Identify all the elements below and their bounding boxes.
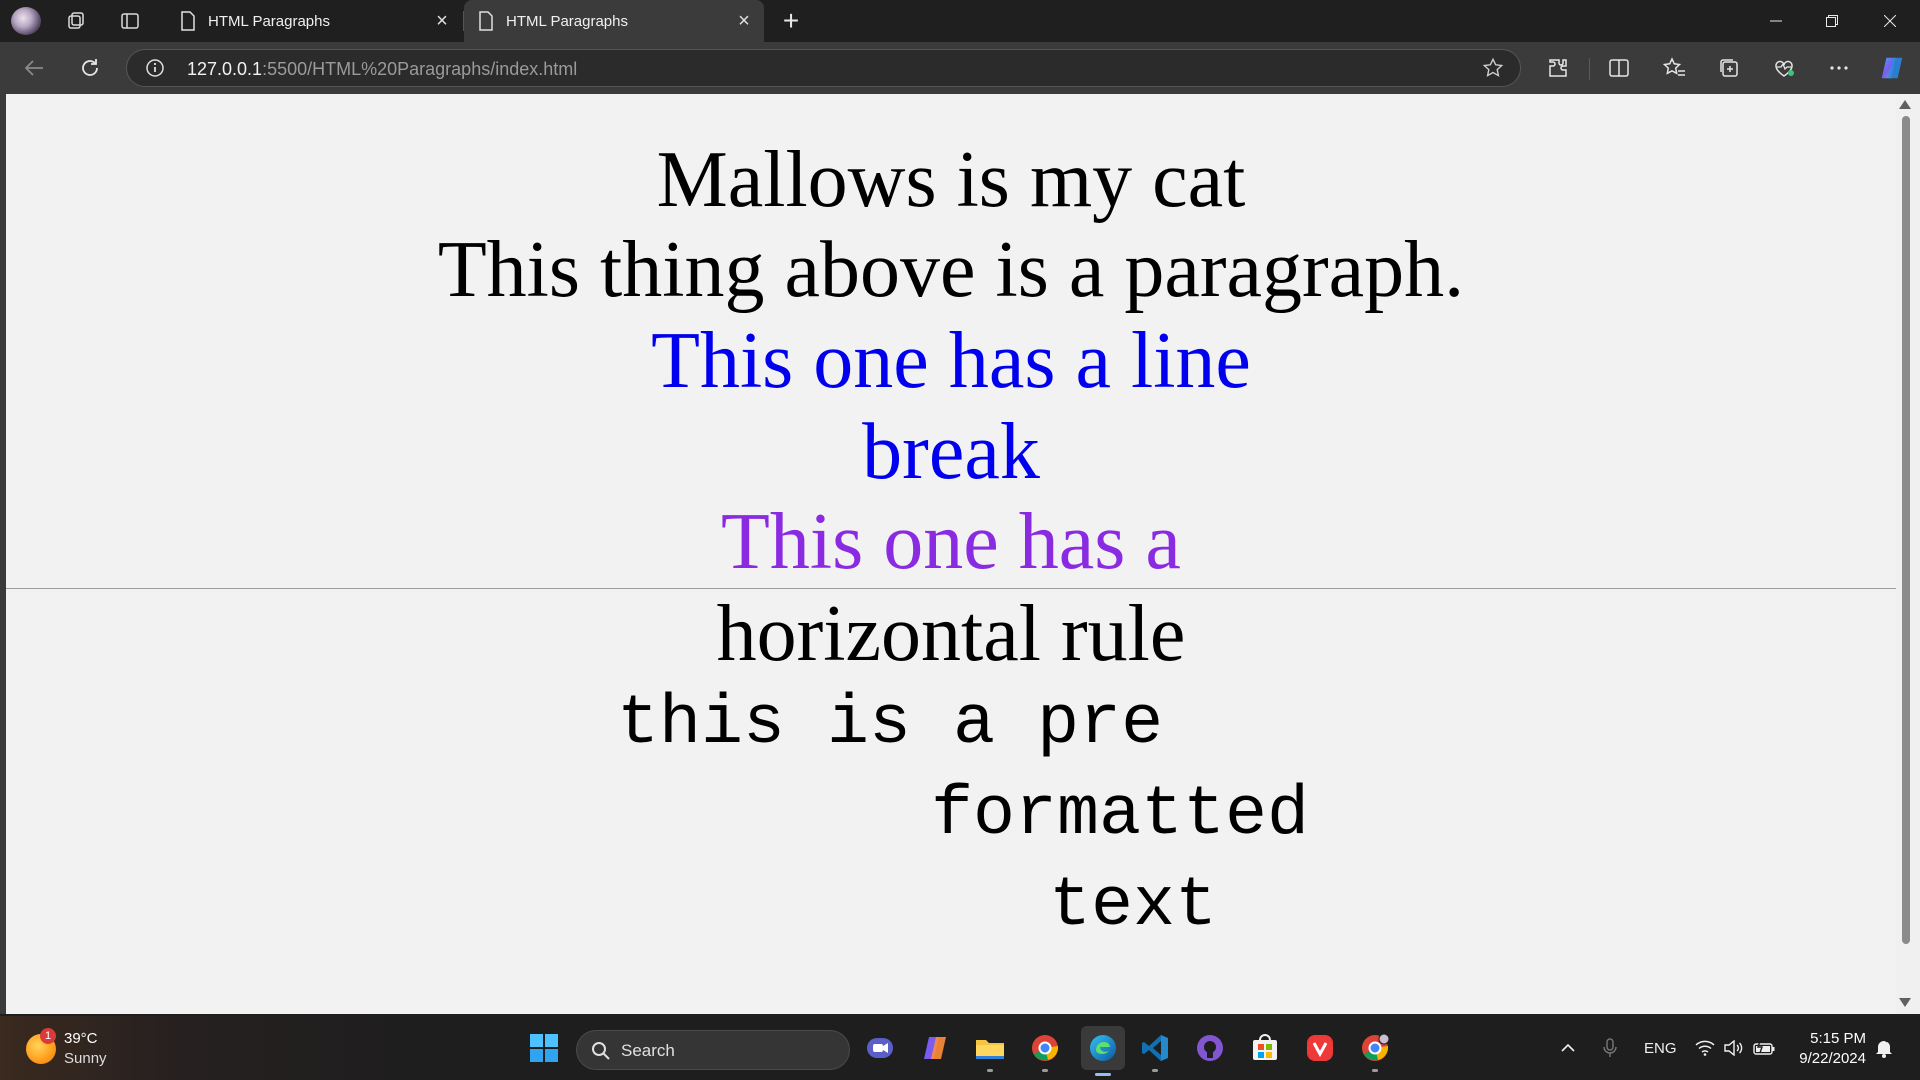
- search-icon: [591, 1041, 611, 1061]
- battery-icon[interactable]: [1752, 1016, 1776, 1080]
- running-indicator: [987, 1069, 993, 1072]
- line-break-text-part2: break: [862, 408, 1040, 496]
- github-desktop-icon[interactable]: [1192, 1030, 1228, 1066]
- browser-essentials-icon[interactable]: [1770, 54, 1798, 82]
- weather-notification-badge: 1: [40, 1028, 56, 1044]
- microphone-icon[interactable]: [1603, 1016, 1617, 1080]
- taskbar-clock[interactable]: 5:15 PM 9/22/2024: [1799, 1029, 1866, 1069]
- copilot-icon[interactable]: [1878, 54, 1906, 82]
- running-indicator: [1372, 1069, 1378, 1072]
- preformatted-line-2: formatted: [931, 776, 1310, 855]
- tab-html-paragraphs-1[interactable]: HTML Paragraphs ×: [166, 0, 464, 42]
- scroll-down-arrow-icon[interactable]: [1899, 998, 1911, 1007]
- clock-date: 9/22/2024: [1799, 1050, 1866, 1067]
- paragraph-text: This thing above is a paragraph.: [437, 226, 1465, 314]
- favorites-icon[interactable]: [1660, 54, 1688, 82]
- site-info-icon[interactable]: [145, 58, 165, 78]
- preformatted-line-1: this is a pre: [617, 685, 1164, 764]
- profile-avatar[interactable]: [11, 7, 41, 35]
- preformatted-line-3: text: [1049, 867, 1218, 946]
- microsoft-store-icon[interactable]: [1247, 1030, 1283, 1066]
- close-tab-icon[interactable]: ×: [430, 9, 454, 33]
- clock-time: 5:15 PM: [1810, 1030, 1866, 1047]
- close-tab-icon[interactable]: ×: [732, 9, 756, 33]
- hr-text-part2: horizontal rule: [716, 590, 1186, 678]
- document-icon: [478, 11, 494, 31]
- tab-title: HTML Paragraphs: [208, 12, 330, 30]
- chrome-profile-icon[interactable]: [1357, 1030, 1393, 1072]
- language-indicator[interactable]: ENG: [1644, 1016, 1677, 1080]
- copilot-app-icon[interactable]: [917, 1030, 953, 1066]
- search-label: Search: [621, 1041, 675, 1060]
- chrome-icon[interactable]: [1027, 1030, 1063, 1072]
- wifi-icon[interactable]: [1695, 1016, 1715, 1080]
- show-hidden-icons[interactable]: [1560, 1016, 1576, 1080]
- url-host: 127.0.0.1: [187, 59, 263, 79]
- meet-now-icon[interactable]: [862, 1030, 898, 1066]
- close-window-button[interactable]: [1862, 0, 1918, 42]
- browser-toolbar: 127.0.0.1:5500/HTML%20Paragraphs/index.h…: [0, 42, 1920, 94]
- address-bar[interactable]: 127.0.0.1:5500/HTML%20Paragraphs/index.h…: [126, 49, 1521, 87]
- url-path: :5500/HTML%20Paragraphs/index.html: [262, 59, 578, 79]
- start-button[interactable]: [526, 1030, 562, 1066]
- file-explorer-icon[interactable]: [972, 1030, 1008, 1072]
- document-icon: [180, 11, 196, 31]
- collections-icon[interactable]: [1715, 54, 1743, 82]
- tab-html-paragraphs-2[interactable]: HTML Paragraphs ×: [464, 0, 764, 42]
- restore-button[interactable]: [1804, 0, 1860, 42]
- vivaldi-icon[interactable]: [1302, 1030, 1338, 1066]
- running-indicator: [1042, 1069, 1048, 1072]
- running-indicator: [1152, 1069, 1158, 1072]
- new-tab-button[interactable]: +: [776, 5, 806, 36]
- tab-title: HTML Paragraphs: [506, 12, 628, 30]
- split-screen-icon[interactable]: [1605, 54, 1633, 82]
- minimize-button[interactable]: [1748, 0, 1804, 42]
- edge-icon[interactable]: [1081, 1026, 1125, 1076]
- weather-condition[interactable]: Sunny: [64, 1050, 107, 1067]
- notifications-icon[interactable]: [1874, 1016, 1894, 1080]
- scroll-up-arrow-icon[interactable]: [1899, 100, 1911, 109]
- running-indicator: [1095, 1073, 1111, 1076]
- vscode-icon[interactable]: [1137, 1030, 1173, 1072]
- extensions-icon[interactable]: [1544, 54, 1572, 82]
- scrollbar-thumb[interactable]: [1902, 116, 1910, 944]
- page-viewport: Mallows is my cat This thing above is a …: [6, 94, 1896, 1014]
- more-options-icon[interactable]: [1825, 54, 1853, 82]
- workspaces-icon[interactable]: [64, 9, 88, 33]
- taskbar-search[interactable]: Search: [576, 1030, 850, 1070]
- toolbar-separator: [1589, 58, 1590, 80]
- weather-temperature[interactable]: 39°C: [64, 1030, 98, 1047]
- back-icon[interactable]: [20, 54, 48, 82]
- favorite-star-icon[interactable]: [1482, 57, 1504, 79]
- refresh-icon[interactable]: [76, 54, 104, 82]
- url-text[interactable]: 127.0.0.1:5500/HTML%20Paragraphs/index.h…: [187, 59, 577, 80]
- hr-text-part1: This one has a: [721, 498, 1181, 586]
- volume-icon[interactable]: [1723, 1016, 1743, 1080]
- tab-strip: HTML Paragraphs × HTML Paragraphs × +: [0, 0, 1920, 42]
- windows-taskbar: 1 39°C Sunny Search ENG 5:15 PM 9/22/202…: [0, 1016, 1920, 1080]
- line-break-text-part1: This one has a line: [651, 317, 1251, 405]
- vertical-tabs-icon[interactable]: [118, 9, 142, 33]
- heading-mallows: Mallows is my cat: [656, 136, 1246, 224]
